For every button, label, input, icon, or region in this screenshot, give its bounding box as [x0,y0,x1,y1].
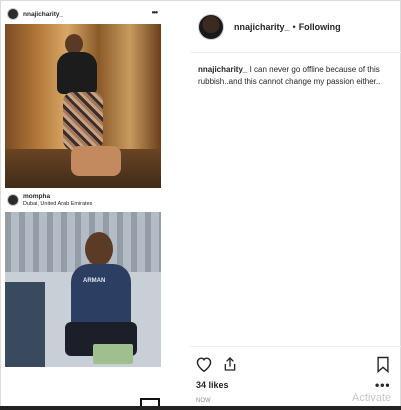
heart-icon[interactable] [194,354,214,374]
more-options-icon[interactable]: ••• [375,378,391,392]
embedded-username: mompha [23,193,51,201]
ellipsis-icon: ••• [151,8,158,17]
divider [190,52,401,53]
embedded-post-2: mompha Dubai, United Arab Emirates ARMAN [5,188,161,367]
avatar[interactable] [198,14,224,40]
avatar [7,194,19,206]
post-time: NOW [196,398,211,404]
embedded-post-1: nnajicharity_ ••• [5,4,161,189]
embedded-header: mompha Dubai, United Arab Emirates [5,188,161,212]
follow-button[interactable]: Following [299,22,341,32]
action-bar [190,354,401,376]
embedded-location: Dubai, United Arab Emirates [23,200,93,207]
post-media[interactable]: nnajicharity_ ••• mompha Dubai, United A… [2,2,162,408]
post-username[interactable]: nnajicharity_ [234,22,290,32]
bottom-bar [0,406,401,410]
activate-watermark: Activate [352,392,392,404]
post-details-panel: nnajicharity_ • Following nnajicharity_ … [190,0,401,410]
separator: • [292,22,296,32]
bookmark-icon[interactable] [373,354,393,374]
caption: nnajicharity_ I can never go offline bec… [198,64,398,88]
avatar [7,8,19,20]
embedded-username: nnajicharity_ [23,10,64,18]
photo-woman [5,24,161,189]
photo-man: ARMAN [5,212,161,367]
likes-count[interactable]: 34 likes [196,380,229,390]
embedded-header: nnajicharity_ ••• [5,4,161,24]
divider [190,346,401,347]
shirt-text: ARMAN [83,278,106,284]
post-header: nnajicharity_ • Following [198,14,341,40]
share-icon[interactable] [220,354,240,374]
caption-username[interactable]: nnajicharity_ [198,65,247,74]
